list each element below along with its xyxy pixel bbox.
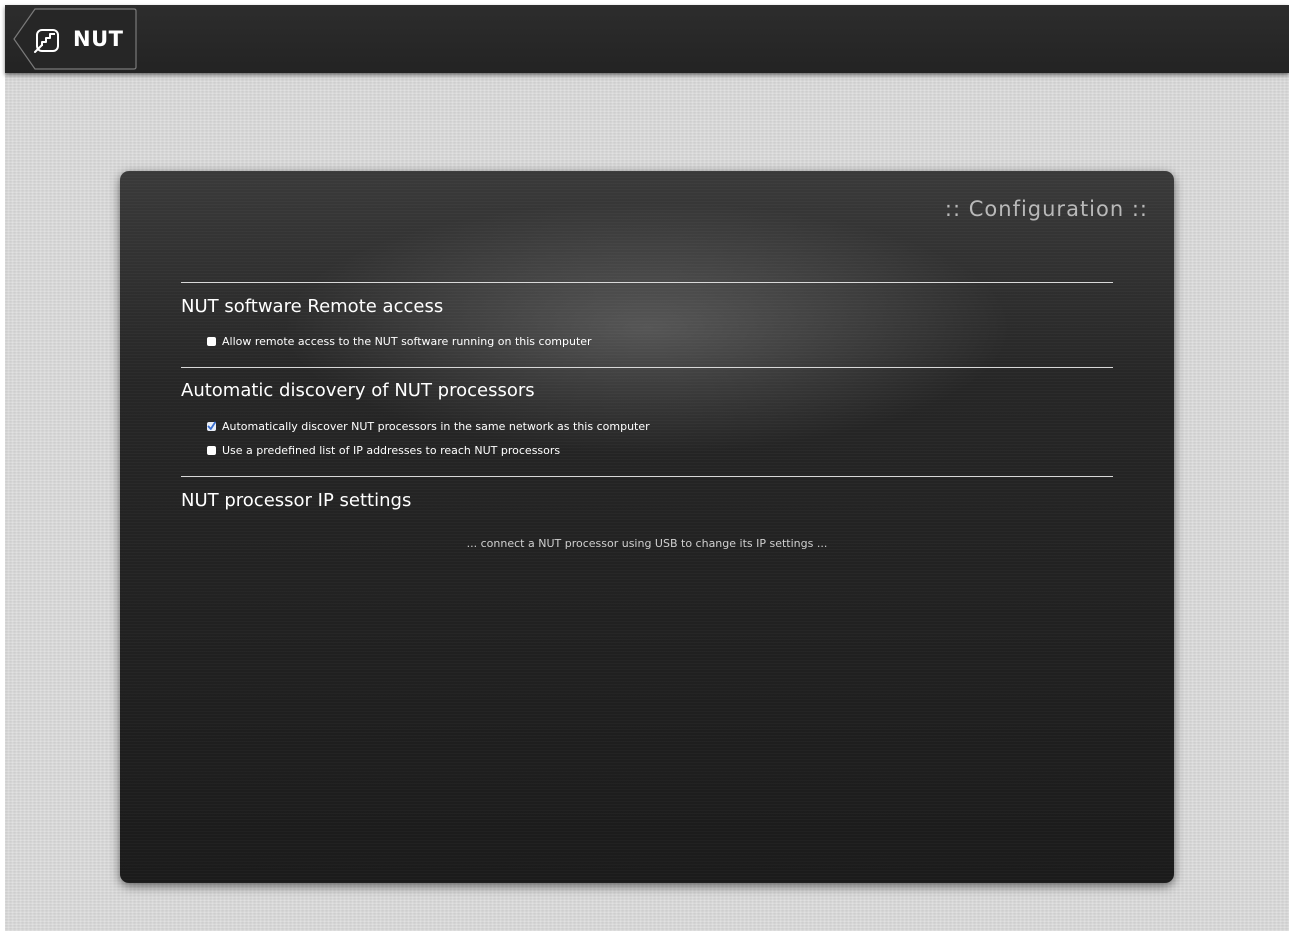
- option-predefined-ip-list[interactable]: Use a predefined list of IP addresses to…: [207, 442, 560, 458]
- option-label: Use a predefined list of IP addresses to…: [222, 443, 561, 457]
- section-divider: [181, 367, 1113, 368]
- option-auto-discover[interactable]: Automatically discover NUT processors in…: [207, 418, 650, 434]
- section-divider: [181, 476, 1113, 477]
- window-frame-left: [0, 0, 5, 931]
- panel-title: :: Configuration ::: [944, 197, 1148, 221]
- configuration-panel: :: Configuration :: NUT software Remote …: [120, 171, 1174, 883]
- option-label: Automatically discover NUT processors in…: [222, 419, 650, 433]
- checkbox-predefined-ip-list[interactable]: [207, 445, 216, 455]
- top-bar: NUT: [5, 5, 1289, 73]
- section-heading-discovery: Automatic discovery of NUT processors: [181, 380, 535, 401]
- ip-settings-info-text: ... connect a NUT processor using USB to…: [466, 537, 828, 550]
- option-label: Allow remote access to the NUT software …: [222, 334, 592, 348]
- section-divider: [181, 282, 1113, 283]
- nut-logo-icon: [34, 29, 59, 53]
- checkbox-allow-remote-access[interactable]: [207, 336, 216, 346]
- section-heading-ip-settings: NUT processor IP settings: [181, 490, 412, 511]
- option-allow-remote-access[interactable]: Allow remote access to the NUT software …: [207, 333, 592, 349]
- section-heading-remote-access: NUT software Remote access: [181, 296, 444, 317]
- back-button[interactable]: NUT: [13, 8, 137, 70]
- checkbox-auto-discover[interactable]: [207, 421, 216, 431]
- checkmark-icon: [207, 421, 216, 430]
- back-button-label: NUT: [73, 27, 124, 51]
